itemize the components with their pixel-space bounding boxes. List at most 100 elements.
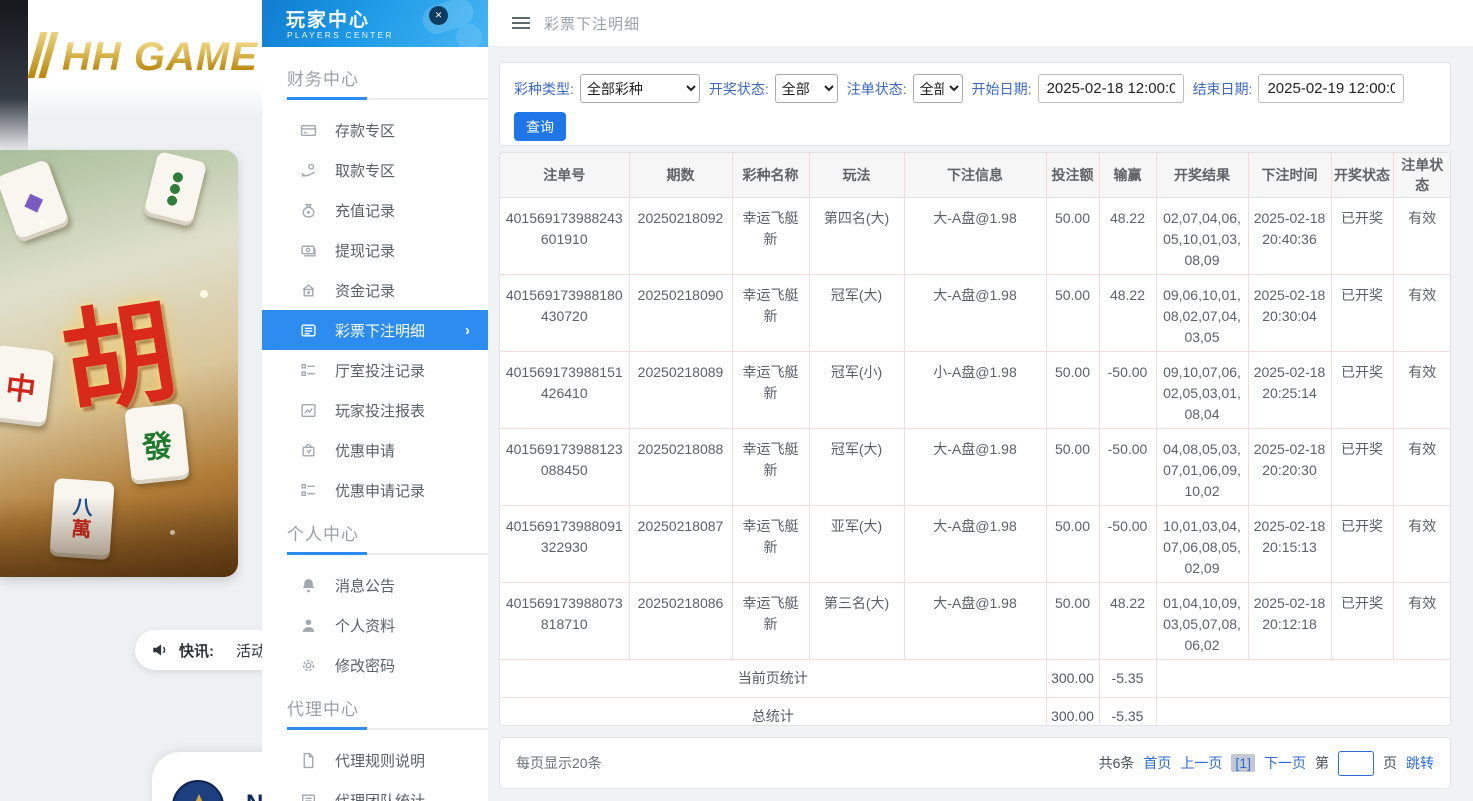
sidebar-header: ✕ 玩家中心 PLAYERS CENTER bbox=[262, 0, 488, 47]
first-page-link[interactable]: 首页 bbox=[1143, 753, 1171, 773]
section-divider bbox=[287, 553, 488, 555]
cash-icon bbox=[300, 242, 317, 259]
table-cell: 第三名(大) bbox=[809, 583, 904, 660]
table-cell: 50.00 bbox=[1046, 583, 1099, 660]
table-cell: 20250218092 bbox=[629, 198, 732, 275]
start-date-label: 开始日期: bbox=[972, 79, 1032, 99]
start-date-input[interactable] bbox=[1038, 74, 1184, 103]
withdraw-icon bbox=[300, 162, 317, 179]
table-cell: 已开奖 bbox=[1331, 275, 1393, 352]
table-cell: -50.00 bbox=[1099, 506, 1156, 583]
column-header: 下注信息 bbox=[904, 153, 1046, 198]
ticker-label: 快讯: bbox=[179, 640, 214, 661]
table-header-row: 注单号期数彩种名称玩法下注信息投注额输赢开奖结果下注时间开奖状态注单状态 bbox=[500, 153, 1451, 198]
bottom-card-letter: N bbox=[246, 790, 262, 801]
sidebar-item[interactable]: 代理规则说明 bbox=[262, 740, 488, 780]
prev-page-link[interactable]: 上一页 bbox=[1180, 753, 1222, 773]
mahjong-tile bbox=[143, 151, 207, 227]
section-title: 个人中心 bbox=[287, 520, 488, 545]
column-header: 下注时间 bbox=[1248, 153, 1331, 198]
summary-winloss: -5.35 bbox=[1099, 698, 1156, 727]
sidebar-item[interactable]: 提现记录 bbox=[262, 230, 488, 270]
sidebar-item[interactable]: 取款专区 bbox=[262, 150, 488, 190]
table-cell: 50.00 bbox=[1046, 198, 1099, 275]
jump-link[interactable]: 跳转 bbox=[1406, 753, 1434, 773]
gear-icon bbox=[300, 657, 317, 674]
table-row: 40156917398809132293020250218087幸运飞艇新亚军(… bbox=[500, 506, 1451, 583]
summary-winloss: -5.35 bbox=[1099, 660, 1156, 698]
table-cell: 401569173988180430720 bbox=[500, 275, 629, 352]
section-title: 财务中心 bbox=[287, 65, 488, 90]
table-cell: 48.22 bbox=[1099, 275, 1156, 352]
next-page-link[interactable]: 下一页 bbox=[1264, 753, 1306, 773]
table-cell: 401569173988123088450 bbox=[500, 429, 629, 506]
table-cell: 09,06,10,01,08,02,07,04,03,05 bbox=[1156, 275, 1248, 352]
table-cell: 48.22 bbox=[1099, 583, 1156, 660]
table-cell: 401569173988073818710 bbox=[500, 583, 629, 660]
lottery-type-select[interactable]: 全部彩种 bbox=[580, 74, 700, 103]
sidebar-item[interactable]: 优惠申请 bbox=[262, 430, 488, 470]
table-cell: 已开奖 bbox=[1331, 506, 1393, 583]
draw-status-select[interactable]: 全部 bbox=[775, 74, 838, 103]
draw-status-label: 开奖状态: bbox=[709, 79, 769, 99]
column-header: 开奖状态 bbox=[1331, 153, 1393, 198]
table-cell: 大-A盘@1.98 bbox=[904, 198, 1046, 275]
table-cell: 已开奖 bbox=[1331, 429, 1393, 506]
table-cell: 有效 bbox=[1393, 275, 1451, 352]
table-row: 40156917398824360191020250218092幸运飞艇新第四名… bbox=[500, 198, 1451, 275]
user-icon bbox=[300, 617, 317, 634]
table-cell: 有效 bbox=[1393, 352, 1451, 429]
table-cell: 大-A盘@1.98 bbox=[904, 275, 1046, 352]
table-cell: 2025-02-18 20:40:36 bbox=[1248, 198, 1331, 275]
menu-toggle-icon[interactable] bbox=[512, 14, 530, 32]
report-icon bbox=[300, 402, 317, 419]
dark-edge bbox=[0, 0, 28, 152]
sidebar-item[interactable]: 充值记录 bbox=[262, 190, 488, 230]
table-cell: 有效 bbox=[1393, 429, 1451, 506]
table-cell: 第四名(大) bbox=[809, 198, 904, 275]
end-date-input[interactable] bbox=[1258, 74, 1404, 103]
table-cell: 50.00 bbox=[1046, 352, 1099, 429]
lottery-type-label: 彩种类型: bbox=[514, 79, 574, 99]
background-panel: HH GAME ◆ 胡 中 發 八 萬 快讯: 活动延 N bbox=[0, 0, 262, 801]
page-jump-input[interactable] bbox=[1338, 751, 1374, 776]
table-cell: 幸运飞艇新 bbox=[732, 352, 809, 429]
summary-label: 总统计 bbox=[500, 698, 1046, 727]
brand-logo: HH GAME bbox=[34, 32, 258, 83]
sidebar-item[interactable]: 厅室投注记录 bbox=[262, 350, 488, 390]
deposit-icon bbox=[300, 122, 317, 139]
search-button[interactable]: 查询 bbox=[514, 112, 566, 141]
sidebar-item[interactable]: 修改密码 bbox=[262, 645, 488, 685]
lottery-detail-icon bbox=[300, 322, 317, 339]
sidebar-item[interactable]: 代理团队统计 bbox=[262, 780, 488, 801]
sidebar-item[interactable]: 彩票下注明细› bbox=[262, 310, 488, 350]
summary-empty bbox=[1156, 698, 1451, 727]
current-page[interactable]: [1] bbox=[1231, 754, 1255, 772]
table-cell: 已开奖 bbox=[1331, 198, 1393, 275]
promo-record-icon bbox=[300, 482, 317, 499]
sidebar-item[interactable]: 资金记录 bbox=[262, 270, 488, 310]
table-cell: 401569173988091322930 bbox=[500, 506, 629, 583]
sidebar-item[interactable]: 存款专区 bbox=[262, 110, 488, 150]
table-cell: 2025-02-18 20:25:14 bbox=[1248, 352, 1331, 429]
hall-record-icon bbox=[300, 362, 317, 379]
sidebar: ✕ 玩家中心 PLAYERS CENTER 财务中心存款专区取款专区充值记录提现… bbox=[262, 0, 488, 801]
summary-empty bbox=[1156, 660, 1451, 698]
sidebar-item[interactable]: 个人资料 bbox=[262, 605, 488, 645]
sidebar-item[interactable]: 玩家投注报表 bbox=[262, 390, 488, 430]
news-ticker[interactable]: 快讯: 活动延 bbox=[135, 630, 262, 670]
mahjong-tile: 中 bbox=[0, 345, 54, 428]
sidebar-item[interactable]: 优惠申请记录 bbox=[262, 470, 488, 510]
order-status-select[interactable]: 全部 bbox=[913, 74, 963, 103]
table-cell: 大-A盘@1.98 bbox=[904, 506, 1046, 583]
table-cell: 04,08,05,03,07,01,06,09,10,02 bbox=[1156, 429, 1248, 506]
topbar: 彩票下注明细 bbox=[488, 0, 1473, 47]
bets-table-card: 注单号期数彩种名称玩法下注信息投注额输赢开奖结果下注时间开奖状态注单状态 401… bbox=[499, 152, 1451, 726]
table-cell: 2025-02-18 20:20:30 bbox=[1248, 429, 1331, 506]
column-header: 玩法 bbox=[809, 153, 904, 198]
table-cell: 50.00 bbox=[1046, 506, 1099, 583]
table-cell: 2025-02-18 20:15:13 bbox=[1248, 506, 1331, 583]
order-status-label: 注单状态: bbox=[847, 79, 907, 99]
sidebar-item[interactable]: 消息公告 bbox=[262, 565, 488, 605]
funds-icon bbox=[300, 282, 317, 299]
